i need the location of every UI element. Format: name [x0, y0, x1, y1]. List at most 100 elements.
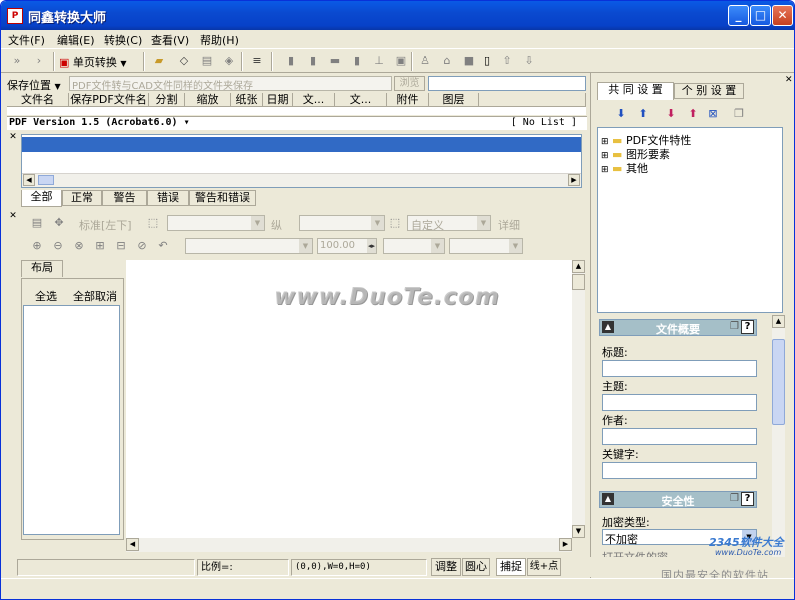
settings-tree[interactable]: ⊞ ▬ PDF文件特性 ⊞ ▬ 图形要素 ⊞ ▬ 其他 — [597, 127, 783, 313]
tab-common-settings[interactable]: 共 同 设 置 — [597, 82, 674, 100]
column-header[interactable]: 缩放 — [185, 93, 231, 107]
zoom-prev-icon[interactable]: ↶ — [155, 238, 171, 254]
page-size-select[interactable]: ▼ — [167, 215, 265, 231]
close-icon[interactable]: ✕ — [7, 211, 19, 223]
frame-icon[interactable]: ⬚ — [387, 215, 403, 231]
subject-field[interactable] — [602, 394, 757, 411]
scroll-thumb[interactable] — [572, 274, 585, 290]
scroll-thumb[interactable] — [772, 339, 785, 425]
menu-view[interactable]: 查看(V) — [151, 32, 189, 48]
column-header[interactable]: 文件名 — [7, 93, 69, 107]
save-location-label[interactable]: 保存位置 ▼ — [7, 77, 61, 93]
help-icon[interactable]: ? — [741, 320, 754, 334]
scroll-up-icon[interactable]: ▲ — [772, 315, 785, 328]
print-icon[interactable]: ▤ — [29, 215, 45, 231]
layer-select[interactable]: ▼ — [449, 238, 523, 254]
move-icon[interactable]: ✥ — [51, 215, 67, 231]
save-filename-input[interactable] — [428, 76, 586, 91]
deselect-all-button[interactable]: 全部取消 — [73, 288, 117, 304]
zoom-page-icon[interactable]: ⊟ — [113, 238, 129, 254]
close-button[interactable]: ✕ — [772, 5, 793, 26]
custom-size-select[interactable]: 自定义 ▼ — [407, 215, 491, 232]
center-toggle[interactable]: 圆心 — [462, 558, 490, 576]
canvas-vertical-scrollbar[interactable]: ▲ ▼ — [572, 260, 585, 538]
tree-item-other[interactable]: ⊞ ▬ 其他 — [601, 160, 648, 176]
eraser-icon[interactable]: ◇ — [176, 53, 192, 69]
tab-all[interactable]: 全部 — [21, 190, 62, 207]
file-table-body[interactable] — [7, 107, 586, 115]
load-icon[interactable]: ⬇ — [663, 106, 679, 122]
horizontal-scrollbar[interactable]: ◀ ▶ — [22, 173, 581, 187]
scroll-right-icon[interactable]: ▶ — [568, 174, 580, 186]
tab-layout[interactable]: 布局 — [21, 260, 63, 277]
copy-icon[interactable]: ❐ — [730, 321, 739, 332]
convert-all-icon[interactable]: » — [9, 53, 25, 69]
scroll-left-icon[interactable]: ◀ — [23, 174, 35, 186]
export-settings-icon[interactable]: ⬆ — [635, 106, 651, 122]
adjust-toggle[interactable]: 调整 — [431, 558, 461, 576]
close-icon[interactable]: ✕ — [785, 75, 793, 85]
single-page-convert-button[interactable]: ▣ 单页转换 ▼ — [59, 54, 127, 70]
snap-toggle[interactable]: 捕捉 — [496, 558, 526, 576]
orientation-select[interactable]: ▼ — [299, 215, 385, 231]
selected-row[interactable] — [22, 137, 581, 152]
scroll-down-icon[interactable]: ▼ — [572, 525, 585, 538]
title-field[interactable] — [602, 360, 757, 377]
canvas-horizontal-scrollbar[interactable]: ◀ ▶ — [126, 538, 572, 552]
stamp-icon[interactable]: ♙ — [417, 53, 433, 69]
layout-list[interactable] — [23, 305, 120, 535]
scroll-thumb[interactable] — [38, 175, 54, 185]
column-header[interactable]: 文... — [335, 93, 387, 107]
message-list[interactable]: ◀ ▶ — [21, 134, 582, 188]
menu-help[interactable]: 帮助(H) — [200, 32, 239, 48]
zoom-width-icon[interactable]: ⊘ — [134, 238, 150, 254]
copy-icon[interactable]: ❐ — [730, 493, 739, 504]
detail-button[interactable]: 详细 — [498, 217, 520, 233]
drawing-canvas[interactable]: www.DuoTe.com — [126, 260, 572, 538]
save-settings-icon[interactable]: ⬆ — [685, 106, 701, 122]
open-folder-icon[interactable]: ▰ — [151, 53, 167, 69]
column-header[interactable]: 图层 — [429, 93, 479, 107]
scroll-up-icon[interactable]: ▲ — [572, 260, 585, 273]
align-left-icon[interactable]: ▮ — [283, 53, 299, 69]
zoom-window-icon[interactable]: ⊞ — [92, 238, 108, 254]
tab-warning[interactable]: 警告 — [102, 190, 147, 206]
zoom-fit-icon[interactable]: ⊗ — [71, 238, 87, 254]
zoom-preset-select[interactable]: ▼ — [185, 238, 313, 254]
select-all-button[interactable]: 全选 — [35, 288, 57, 304]
export-icon[interactable]: ⇩ — [521, 53, 537, 69]
security-header[interactable]: ▲ 安全性 ❐ ? — [599, 491, 757, 508]
expand-icon[interactable]: ⊞ — [601, 165, 609, 175]
settings-list-icon[interactable]: ≡ — [249, 53, 265, 69]
scroll-right-icon[interactable]: ▶ — [559, 538, 572, 551]
copy-icon[interactable]: ❐ — [731, 106, 747, 122]
fit-icon[interactable]: ▣ — [393, 53, 409, 69]
unit-select[interactable]: ▼ — [383, 238, 445, 254]
pdf-version-dropdown[interactable]: PDF Version 1.5 (Acrobat6.0) ▾ — [9, 117, 190, 128]
maximize-button[interactable]: □ — [750, 5, 771, 26]
tag-icon[interactable]: ◈ — [221, 53, 237, 69]
align-right-icon[interactable]: ▬ — [327, 53, 343, 69]
column-header[interactable]: 日期 — [263, 93, 293, 107]
column-header[interactable]: 文... — [293, 93, 335, 107]
splitter[interactable] — [590, 73, 591, 578]
align-top-icon[interactable]: ▮ — [349, 53, 365, 69]
import-settings-icon[interactable]: ⬇ — [613, 106, 629, 122]
column-header[interactable]: 分割 — [149, 93, 185, 107]
align-center-icon[interactable]: ▮ — [305, 53, 321, 69]
help-icon[interactable]: ? — [741, 492, 754, 506]
author-field[interactable] — [602, 428, 757, 445]
keywords-field[interactable] — [602, 462, 757, 479]
menu-edit[interactable]: 编辑(E) — [57, 32, 95, 48]
column-header[interactable]: 保存PDF文件名 — [69, 93, 149, 107]
zoom-value-field[interactable]: 100.00 ◂▸ — [317, 238, 377, 254]
scroll-left-icon[interactable]: ◀ — [126, 538, 139, 551]
save-icon[interactable]: ▤ — [199, 53, 215, 69]
home-icon[interactable]: ⌂ — [439, 53, 455, 69]
column-header[interactable]: 附件 — [387, 93, 429, 107]
save-path-field[interactable]: PDF文件转与CAD文件同样的文件夹保存 — [69, 76, 392, 92]
frame-icon[interactable]: ⬚ — [145, 215, 161, 231]
document-summary-header[interactable]: ▲ 文件概要 ❐ ? — [599, 319, 757, 336]
spin-icon[interactable]: ◂▸ — [367, 239, 376, 253]
line-point-toggle[interactable]: 线+点 — [527, 558, 561, 576]
